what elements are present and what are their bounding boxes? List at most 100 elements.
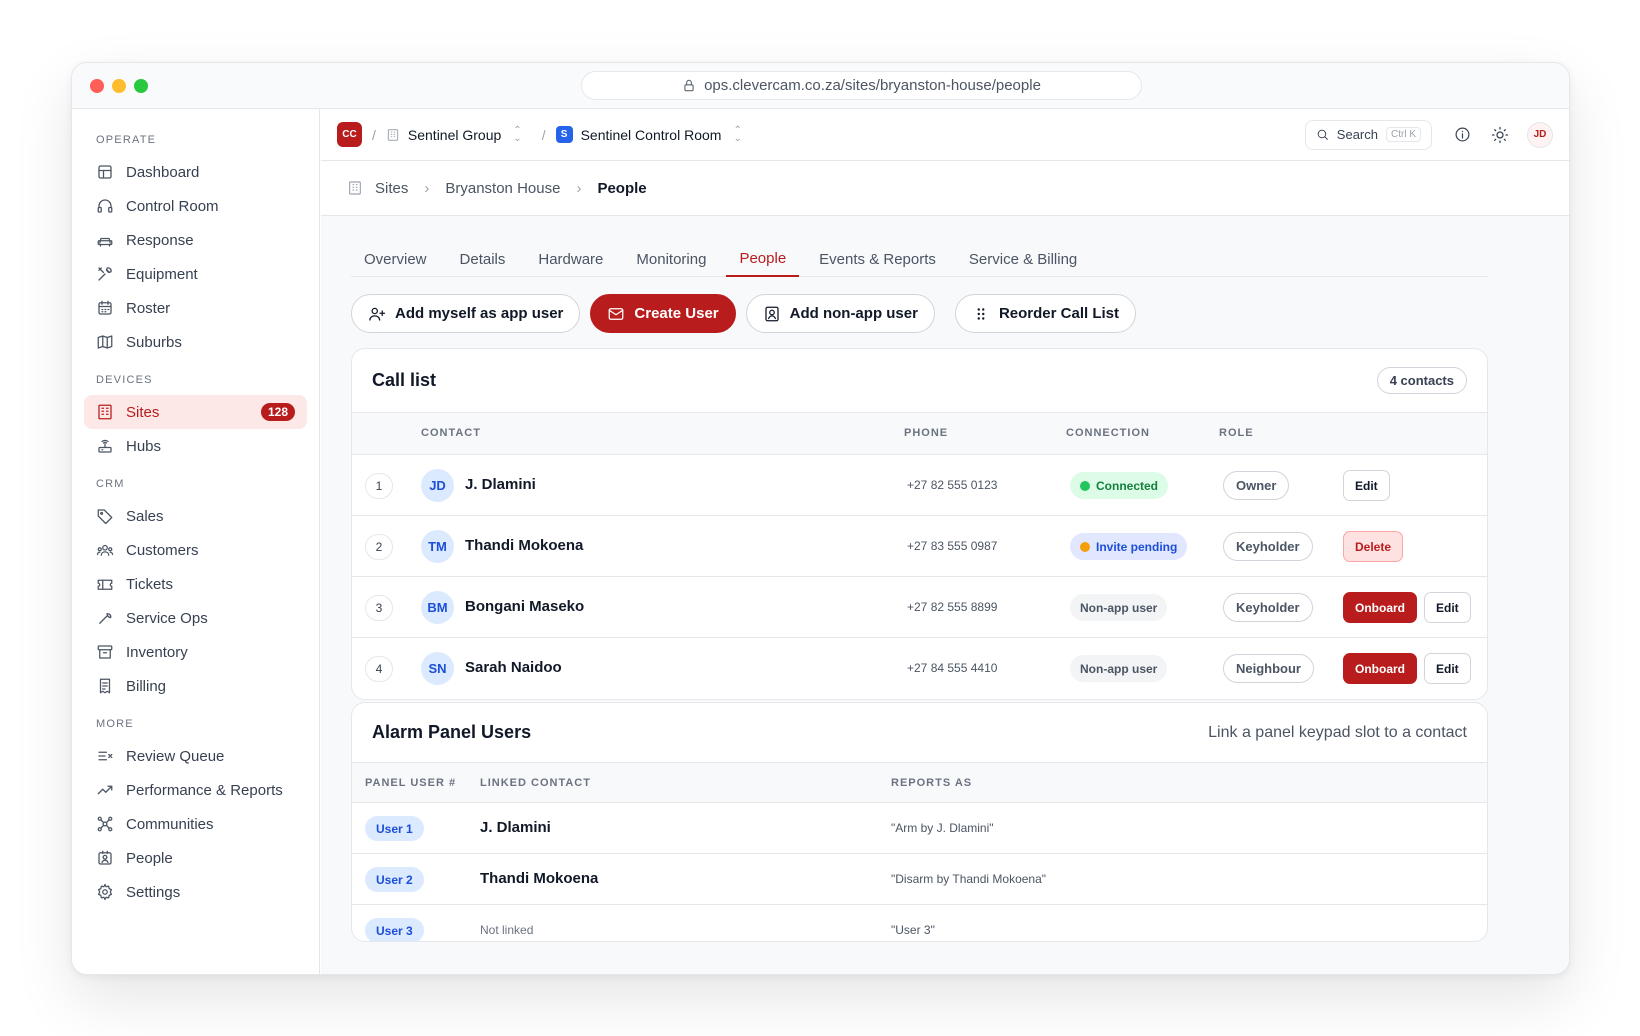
- call-order-number: 4: [365, 656, 393, 682]
- sidebar-item-label: Review Queue: [126, 747, 225, 765]
- avatar: TM: [421, 530, 454, 563]
- sidebar-item-sites[interactable]: Sites 128: [84, 395, 307, 429]
- sidebar-item-hubs[interactable]: Hubs: [84, 429, 307, 463]
- column-linked-contact: LINKED CONTACT: [480, 777, 591, 789]
- contact-phone: +27 82 555 8899: [907, 600, 998, 614]
- sidebar-item-label: Response: [126, 231, 194, 249]
- sidebar-item-label: Tickets: [126, 575, 173, 593]
- delete-button[interactable]: Delete: [1343, 531, 1404, 562]
- table-row[interactable]: 4 SN Sarah Naidoo +27 84 555 4410 Non-ap…: [352, 638, 1487, 699]
- reorder-call-list-button[interactable]: Reorder Call List: [954, 294, 1136, 333]
- sidebar: OPERATE Dashboard Control Room Response …: [72, 109, 320, 974]
- sidebar-item-communities[interactable]: Communities: [84, 807, 307, 841]
- app-logo[interactable]: CC: [337, 122, 362, 147]
- sidebar-section-title: MORE: [96, 718, 134, 730]
- table-row[interactable]: User 2 Thandi Mokoena "Disarm by Thandi …: [352, 854, 1487, 905]
- table-row[interactable]: User 1 J. Dlamini "Arm by J. Dlamini": [352, 803, 1487, 854]
- role-badge: Neighbour: [1223, 654, 1314, 683]
- sidebar-item-label: Communities: [126, 815, 214, 833]
- create-user-button[interactable]: Create User: [590, 294, 736, 333]
- tab-hardware[interactable]: Hardware: [525, 241, 616, 277]
- user-avatar[interactable]: JD: [1527, 121, 1553, 148]
- onboard-button[interactable]: Onboard: [1343, 653, 1417, 684]
- table-row[interactable]: 1 JD J. Dlamini +27 82 555 0123 Connecte…: [352, 455, 1487, 516]
- edit-button[interactable]: Edit: [1424, 653, 1471, 684]
- contact-phone: +27 82 555 0123: [907, 478, 998, 492]
- sidebar-item-label: Sales: [126, 507, 164, 525]
- top-bar: CC / Sentinel Group ⌃ ⌄ / S Sentinel Cont…: [321, 109, 1569, 161]
- contact-name: J. Dlamini: [465, 476, 536, 493]
- sidebar-section-title: DEVICES: [96, 374, 153, 386]
- maximize-window-button[interactable]: [134, 79, 148, 93]
- table-row[interactable]: 2 TM Thandi Mokoena +27 83 555 0987 Invi…: [352, 516, 1487, 577]
- sidebar-item-performance-reports[interactable]: Performance & Reports: [84, 773, 307, 807]
- edit-button[interactable]: Edit: [1343, 470, 1390, 501]
- workspace-icon: S: [555, 126, 573, 143]
- sidebar-item-people[interactable]: People: [84, 841, 307, 875]
- contact-phone: +27 83 555 0987: [907, 539, 998, 553]
- building-icon: [349, 181, 361, 195]
- sidebar-item-inventory[interactable]: Inventory: [84, 635, 307, 669]
- user-plus-icon: [369, 307, 386, 321]
- users-icon: [96, 544, 114, 556]
- sidebar-item-response[interactable]: Response: [84, 223, 307, 257]
- chevron-updown-icon: ⌃ ⌄: [513, 124, 522, 144]
- linked-contact: J. Dlamini: [480, 819, 551, 836]
- archive-icon: [97, 645, 113, 659]
- sidebar-item-label: Control Room: [126, 197, 219, 215]
- sidebar-item-review-queue[interactable]: Review Queue: [84, 739, 307, 773]
- building-icon: [98, 404, 112, 420]
- table-row[interactable]: 3 BM Bongani Maseko +27 82 555 8899 Non-…: [352, 577, 1487, 638]
- search-button[interactable]: Search Ctrl K: [1304, 119, 1432, 150]
- sidebar-item-billing[interactable]: Billing: [84, 669, 307, 703]
- mail-icon: [609, 307, 624, 320]
- minimize-window-button[interactable]: [112, 79, 126, 93]
- sidebar-item-label: Customers: [126, 541, 199, 559]
- sidebar-item-suburbs[interactable]: Suburbs: [84, 325, 307, 359]
- linked-contact[interactable]: Not linked: [480, 923, 533, 937]
- main-content: CC / Sentinel Group ⌃ ⌄ / S Sentinel Cont…: [321, 109, 1569, 974]
- sidebar-item-sales[interactable]: Sales: [84, 499, 307, 533]
- breadcrumb: Sites › Bryanston House › People: [321, 161, 1569, 216]
- sidebar-item-label: People: [126, 849, 173, 867]
- tab-details[interactable]: Details: [447, 241, 519, 277]
- sidebar-item-settings[interactable]: Settings: [84, 875, 307, 909]
- sidebar-item-service-ops[interactable]: Service Ops: [84, 601, 307, 635]
- search-icon: [1317, 129, 1328, 140]
- reorder-label: Reorder Call List: [998, 305, 1119, 322]
- sidebar-item-customers[interactable]: Customers: [84, 533, 307, 567]
- url-text: ops.clevercam.co.za/sites/bryanston-hous…: [704, 77, 1041, 94]
- info-icon[interactable]: [1454, 126, 1471, 143]
- receipt-icon: [99, 678, 111, 694]
- workspace-switcher[interactable]: S Sentinel Control Room ⌃ ⌄: [555, 125, 742, 143]
- browser-window: ops.clevercam.co.za/sites/bryanston-hous…: [71, 62, 1570, 975]
- sidebar-item-tickets[interactable]: Tickets: [84, 567, 307, 601]
- trend-icon: [97, 785, 113, 795]
- contact-name: Bongani Maseko: [465, 598, 585, 615]
- tab-people[interactable]: People: [726, 241, 800, 277]
- add-myself-button[interactable]: Add myself as app user: [351, 294, 581, 333]
- sidebar-item-dashboard[interactable]: Dashboard: [84, 155, 307, 189]
- tab-overview[interactable]: Overview: [351, 241, 440, 277]
- tab-events-reports[interactable]: Events & Reports: [806, 241, 949, 277]
- sidebar-item-control-room[interactable]: Control Room: [84, 189, 307, 223]
- breadcrumb-sites[interactable]: Sites: [375, 180, 408, 197]
- add-non-app-user-label: Add non-app user: [789, 305, 918, 322]
- tab-monitoring[interactable]: Monitoring: [623, 241, 719, 277]
- sidebar-item-equipment[interactable]: Equipment: [84, 257, 307, 291]
- add-non-app-user-button[interactable]: Add non-app user: [745, 294, 935, 333]
- table-row[interactable]: User 3 Not linked "User 3": [352, 905, 1487, 941]
- onboard-button[interactable]: Onboard: [1343, 592, 1417, 623]
- edit-button[interactable]: Edit: [1424, 592, 1471, 623]
- address-bar[interactable]: ops.clevercam.co.za/sites/bryanston-hous…: [581, 71, 1142, 100]
- role-badge: Owner: [1223, 471, 1290, 500]
- avatar: SN: [421, 652, 454, 685]
- role-badge: Keyholder: [1223, 593, 1313, 622]
- sun-icon[interactable]: [1491, 126, 1509, 144]
- breadcrumb-site[interactable]: Bryanston House: [445, 180, 560, 197]
- column-reports-as: REPORTS AS: [891, 777, 973, 789]
- tab-service-billing[interactable]: Service & Billing: [956, 241, 1090, 277]
- close-window-button[interactable]: [90, 79, 104, 93]
- org-switcher[interactable]: Sentinel Group ⌃ ⌄: [386, 124, 522, 144]
- sidebar-item-roster[interactable]: Roster: [84, 291, 307, 325]
